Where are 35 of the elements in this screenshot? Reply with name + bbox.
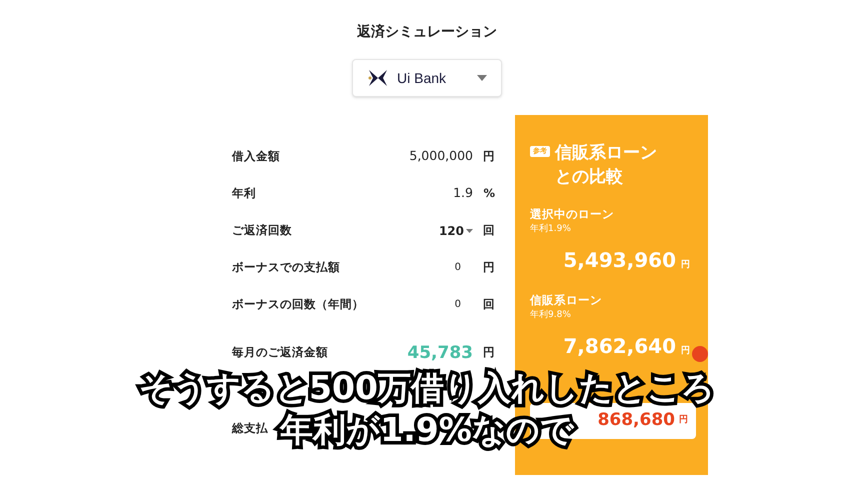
- page-title: 返済シミュレーション: [357, 23, 497, 42]
- value-field[interactable]: 1.9: [453, 184, 473, 203]
- unit-label: 円: [482, 258, 495, 276]
- difference-value: 868,680: [598, 409, 675, 432]
- unit-label: 円: [681, 258, 690, 272]
- unit-label: 円: [482, 148, 495, 165]
- loan-name: 選択中のローン: [530, 206, 615, 223]
- bank-select[interactable]: Ui Bank: [352, 59, 502, 97]
- loan-name: 信販系ローン: [530, 292, 603, 309]
- result-value: 45,783: [407, 343, 473, 363]
- value-field[interactable]: 5,000,000: [409, 147, 473, 166]
- unit-label: 円: [681, 344, 690, 358]
- loan-total: 7,862,640: [563, 332, 676, 360]
- caret-icon: [477, 75, 487, 81]
- result-label: 毎月のご返済金額: [232, 344, 328, 362]
- value-field[interactable]: 0: [454, 260, 473, 275]
- caret-icon: [466, 228, 473, 232]
- value-field[interactable]: 0: [454, 297, 473, 312]
- unit-label: %: [482, 184, 495, 202]
- field-label: 年利: [232, 184, 256, 202]
- field-label: ボーナスの回数（年間）: [232, 296, 364, 313]
- count-select[interactable]: 120: [425, 222, 473, 240]
- unit-label: 回: [482, 222, 495, 239]
- field-label: ボーナスでの支払額: [232, 258, 340, 276]
- unit-label: 回: [482, 296, 495, 313]
- loan-rate: 年利9.8%: [530, 309, 572, 322]
- logo-icon: [367, 68, 389, 88]
- panel-heading: 信販系ローンとの比較: [555, 142, 658, 189]
- loan-rate: 年利1.9%: [530, 223, 572, 236]
- result-label: 総支払: [232, 420, 268, 438]
- unit-label: 円: [679, 414, 688, 427]
- field-label: 借入金額: [232, 148, 280, 165]
- loan-total: 5,493,960: [563, 246, 676, 274]
- unit-label: 円: [482, 344, 495, 362]
- field-label: ご返済回数: [232, 222, 292, 239]
